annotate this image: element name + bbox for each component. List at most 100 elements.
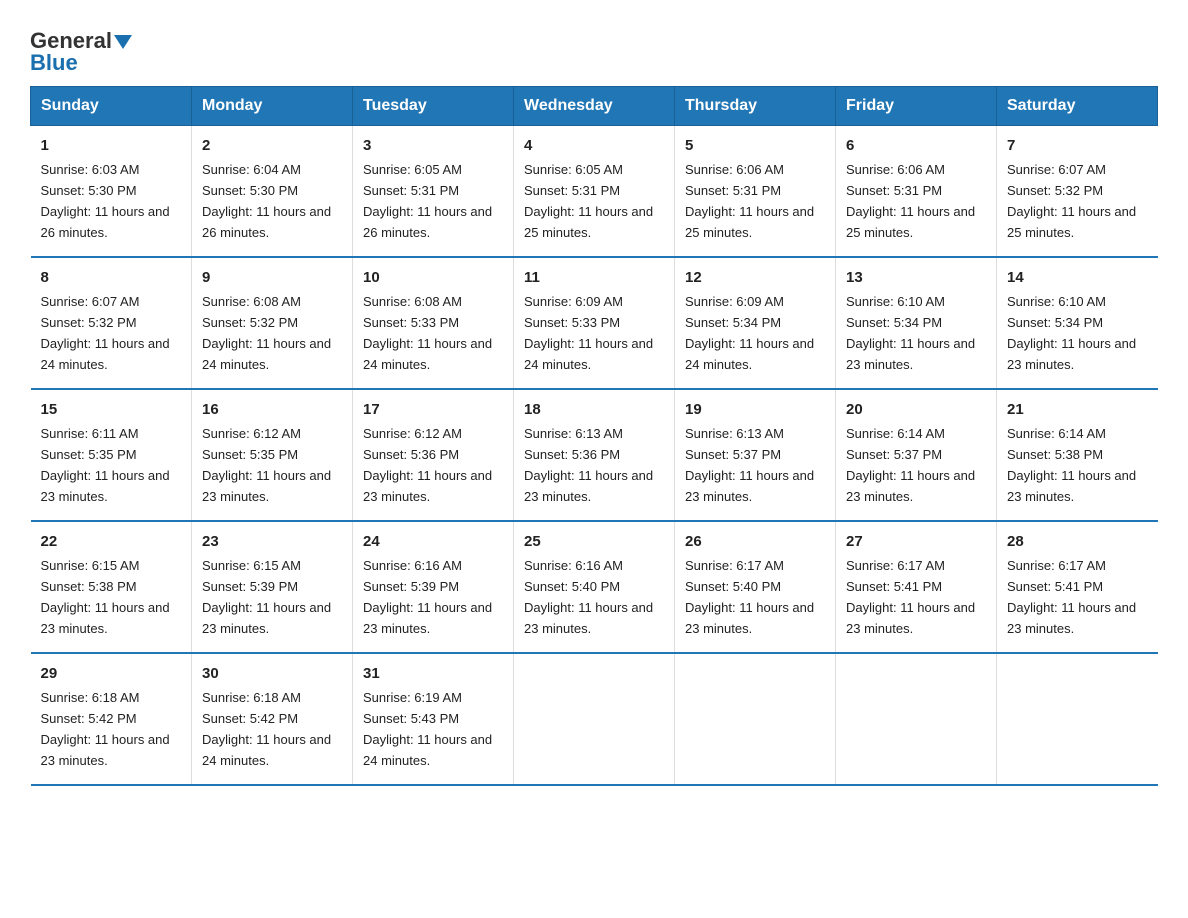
- calendar-cell: 24Sunrise: 6:16 AMSunset: 5:39 PMDayligh…: [353, 521, 514, 653]
- day-header-wednesday: Wednesday: [514, 87, 675, 126]
- sunset-info: Sunset: 5:33 PM: [524, 315, 620, 330]
- sunset-info: Sunset: 5:32 PM: [41, 315, 137, 330]
- sunset-info: Sunset: 5:32 PM: [1007, 183, 1103, 198]
- daylight-info: Daylight: 11 hours and 24 minutes.: [363, 732, 492, 768]
- day-number: 21: [1007, 398, 1148, 421]
- daylight-info: Daylight: 11 hours and 23 minutes.: [41, 468, 170, 504]
- calendar-cell: 8Sunrise: 6:07 AMSunset: 5:32 PMDaylight…: [31, 257, 192, 389]
- sunrise-info: Sunrise: 6:10 AM: [1007, 294, 1106, 309]
- sunset-info: Sunset: 5:38 PM: [41, 579, 137, 594]
- calendar-cell: 11Sunrise: 6:09 AMSunset: 5:33 PMDayligh…: [514, 257, 675, 389]
- daylight-info: Daylight: 11 hours and 23 minutes.: [1007, 600, 1136, 636]
- sunrise-info: Sunrise: 6:16 AM: [524, 558, 623, 573]
- day-header-sunday: Sunday: [31, 87, 192, 126]
- sunrise-info: Sunrise: 6:17 AM: [846, 558, 945, 573]
- calendar-cell: 21Sunrise: 6:14 AMSunset: 5:38 PMDayligh…: [997, 389, 1158, 521]
- sunset-info: Sunset: 5:42 PM: [202, 711, 298, 726]
- sunset-info: Sunset: 5:35 PM: [41, 447, 137, 462]
- week-row-4: 22Sunrise: 6:15 AMSunset: 5:38 PMDayligh…: [31, 521, 1158, 653]
- week-row-1: 1Sunrise: 6:03 AMSunset: 5:30 PMDaylight…: [31, 126, 1158, 257]
- sunrise-info: Sunrise: 6:19 AM: [363, 690, 462, 705]
- calendar-cell: 14Sunrise: 6:10 AMSunset: 5:34 PMDayligh…: [997, 257, 1158, 389]
- sunset-info: Sunset: 5:39 PM: [202, 579, 298, 594]
- daylight-info: Daylight: 11 hours and 26 minutes.: [202, 204, 331, 240]
- day-number: 23: [202, 530, 342, 553]
- sunrise-info: Sunrise: 6:09 AM: [524, 294, 623, 309]
- day-number: 20: [846, 398, 986, 421]
- sunrise-info: Sunrise: 6:05 AM: [363, 162, 462, 177]
- sunset-info: Sunset: 5:40 PM: [524, 579, 620, 594]
- logo: General Blue: [30, 30, 132, 76]
- day-number: 11: [524, 266, 664, 289]
- sunset-info: Sunset: 5:42 PM: [41, 711, 137, 726]
- calendar-cell: 15Sunrise: 6:11 AMSunset: 5:35 PMDayligh…: [31, 389, 192, 521]
- calendar-cell: 28Sunrise: 6:17 AMSunset: 5:41 PMDayligh…: [997, 521, 1158, 653]
- sunset-info: Sunset: 5:36 PM: [363, 447, 459, 462]
- calendar-cell: 20Sunrise: 6:14 AMSunset: 5:37 PMDayligh…: [836, 389, 997, 521]
- sunrise-info: Sunrise: 6:15 AM: [202, 558, 301, 573]
- daylight-info: Daylight: 11 hours and 25 minutes.: [846, 204, 975, 240]
- daylight-info: Daylight: 11 hours and 26 minutes.: [363, 204, 492, 240]
- day-number: 5: [685, 134, 825, 157]
- week-row-2: 8Sunrise: 6:07 AMSunset: 5:32 PMDaylight…: [31, 257, 1158, 389]
- sunrise-info: Sunrise: 6:11 AM: [41, 426, 139, 441]
- calendar-cell: [836, 653, 997, 785]
- daylight-info: Daylight: 11 hours and 23 minutes.: [524, 600, 653, 636]
- day-number: 27: [846, 530, 986, 553]
- sunset-info: Sunset: 5:31 PM: [685, 183, 781, 198]
- sunset-info: Sunset: 5:31 PM: [524, 183, 620, 198]
- day-headers-row: SundayMondayTuesdayWednesdayThursdayFrid…: [31, 87, 1158, 126]
- daylight-info: Daylight: 11 hours and 23 minutes.: [363, 468, 492, 504]
- sunset-info: Sunset: 5:34 PM: [846, 315, 942, 330]
- sunrise-info: Sunrise: 6:07 AM: [41, 294, 140, 309]
- calendar-cell: 25Sunrise: 6:16 AMSunset: 5:40 PMDayligh…: [514, 521, 675, 653]
- sunset-info: Sunset: 5:33 PM: [363, 315, 459, 330]
- calendar-cell: [997, 653, 1158, 785]
- sunrise-info: Sunrise: 6:07 AM: [1007, 162, 1106, 177]
- daylight-info: Daylight: 11 hours and 23 minutes.: [685, 468, 814, 504]
- sunrise-info: Sunrise: 6:17 AM: [685, 558, 784, 573]
- daylight-info: Daylight: 11 hours and 23 minutes.: [41, 600, 170, 636]
- sunset-info: Sunset: 5:31 PM: [363, 183, 459, 198]
- day-number: 19: [685, 398, 825, 421]
- daylight-info: Daylight: 11 hours and 24 minutes.: [202, 732, 331, 768]
- sunset-info: Sunset: 5:34 PM: [685, 315, 781, 330]
- daylight-info: Daylight: 11 hours and 24 minutes.: [41, 336, 170, 372]
- daylight-info: Daylight: 11 hours and 23 minutes.: [1007, 336, 1136, 372]
- page-header: General Blue: [30, 20, 1158, 76]
- sunrise-info: Sunrise: 6:08 AM: [202, 294, 301, 309]
- sunrise-info: Sunrise: 6:05 AM: [524, 162, 623, 177]
- calendar-cell: 31Sunrise: 6:19 AMSunset: 5:43 PMDayligh…: [353, 653, 514, 785]
- sunset-info: Sunset: 5:36 PM: [524, 447, 620, 462]
- sunrise-info: Sunrise: 6:03 AM: [41, 162, 140, 177]
- day-number: 10: [363, 266, 503, 289]
- calendar-table: SundayMondayTuesdayWednesdayThursdayFrid…: [30, 86, 1158, 786]
- sunrise-info: Sunrise: 6:13 AM: [685, 426, 784, 441]
- sunrise-info: Sunrise: 6:06 AM: [685, 162, 784, 177]
- day-number: 1: [41, 134, 182, 157]
- calendar-cell: 29Sunrise: 6:18 AMSunset: 5:42 PMDayligh…: [31, 653, 192, 785]
- logo-blue: Blue: [30, 50, 78, 76]
- calendar-cell: 2Sunrise: 6:04 AMSunset: 5:30 PMDaylight…: [192, 126, 353, 257]
- calendar-cell: 5 Sunrise: 6:06 AM Sunset: 5:31 PM Daylight…: [675, 126, 836, 257]
- daylight-info: Daylight: 11 hours and 24 minutes.: [202, 336, 331, 372]
- daylight-info: Daylight: 11 hours and 25 minutes.: [685, 204, 814, 240]
- day-number: 6: [846, 134, 986, 157]
- daylight-info: Daylight: 11 hours and 23 minutes.: [846, 336, 975, 372]
- calendar-cell: 13Sunrise: 6:10 AMSunset: 5:34 PMDayligh…: [836, 257, 997, 389]
- sunrise-info: Sunrise: 6:06 AM: [846, 162, 945, 177]
- sunrise-info: Sunrise: 6:12 AM: [202, 426, 301, 441]
- sunset-info: Sunset: 5:41 PM: [846, 579, 942, 594]
- calendar-cell: 23Sunrise: 6:15 AMSunset: 5:39 PMDayligh…: [192, 521, 353, 653]
- calendar-cell: 1Sunrise: 6:03 AMSunset: 5:30 PMDaylight…: [31, 126, 192, 257]
- sunrise-info: Sunrise: 6:17 AM: [1007, 558, 1106, 573]
- sunset-info: Sunset: 5:41 PM: [1007, 579, 1103, 594]
- daylight-info: Daylight: 11 hours and 24 minutes.: [685, 336, 814, 372]
- day-header-monday: Monday: [192, 87, 353, 126]
- day-number: 7: [1007, 134, 1148, 157]
- calendar-cell: 27Sunrise: 6:17 AMSunset: 5:41 PMDayligh…: [836, 521, 997, 653]
- sunrise-info: Sunrise: 6:12 AM: [363, 426, 462, 441]
- daylight-info: Daylight: 11 hours and 25 minutes.: [524, 204, 653, 240]
- sunset-info: Sunset: 5:34 PM: [1007, 315, 1103, 330]
- calendar-cell: 12Sunrise: 6:09 AMSunset: 5:34 PMDayligh…: [675, 257, 836, 389]
